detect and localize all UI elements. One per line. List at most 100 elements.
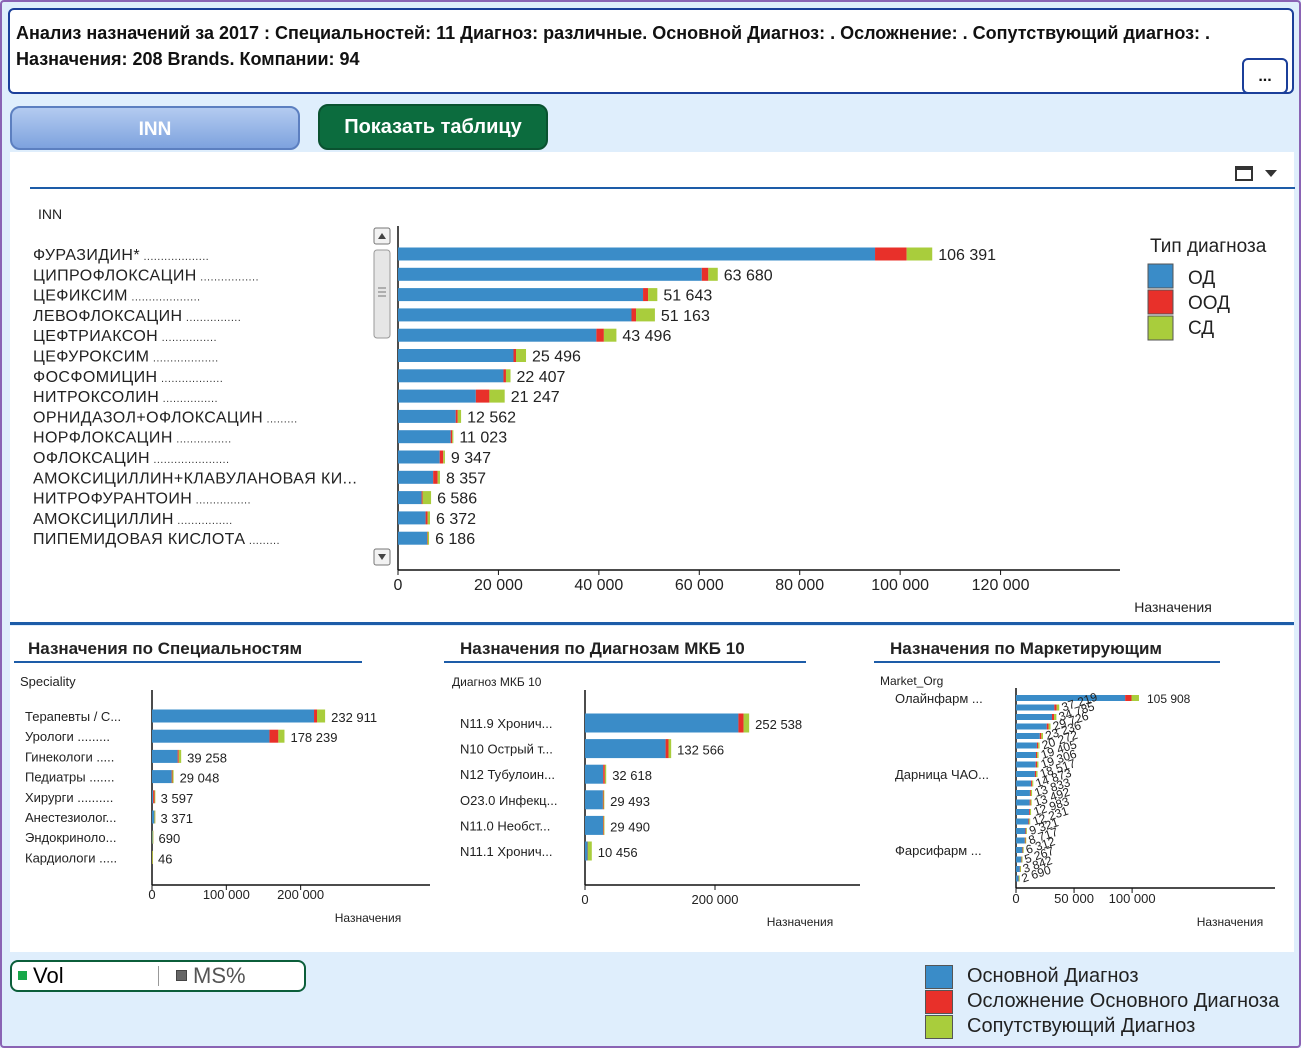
main-bar-ood — [475, 389, 490, 403]
main-category-label: НОРФЛОКСАЦИН ................ — [33, 430, 232, 447]
diagnosis-category-label: N11.9 Хронич... — [460, 716, 553, 731]
market-bar-od — [1016, 723, 1047, 730]
main-category-dots: .................... — [128, 292, 201, 304]
market-bar-od — [1016, 875, 1019, 882]
main-bar-od — [398, 369, 504, 383]
main-category-dots: ................... — [149, 353, 218, 365]
main-category-label: ЦЕФИКСИМ .................... — [33, 288, 201, 305]
diagnosis-value-label: 29 490 — [610, 819, 650, 834]
vol-label: Vol — [33, 963, 64, 988]
main-category-label: АМОКСИЦИЛЛИН ................ — [33, 511, 233, 528]
diagnosis-bar-sd — [668, 739, 672, 759]
market-bar-ood — [1025, 828, 1027, 834]
speciality-value-label: 690 — [159, 831, 181, 846]
main-bar-sd — [906, 247, 933, 261]
diagnosis-bar-od — [585, 713, 739, 733]
main-category-dots: .................. — [158, 373, 224, 385]
market-x-axis-title: Назначения — [1197, 915, 1264, 929]
diagnosis-value-label: 132 566 — [677, 743, 724, 758]
market-bar-ood — [1031, 780, 1033, 787]
market-bar-od — [1016, 856, 1022, 863]
market-bar-od — [1016, 704, 1055, 711]
main-category-label: ОФЛОКСАЦИН ...................... — [33, 450, 229, 467]
main-chart-scrollbar[interactable] — [373, 227, 391, 566]
speciality-bar-ood — [171, 770, 173, 784]
main-x-tick-label: 0 — [394, 577, 403, 594]
bottom-legend-label: Осложнение Основного Диагноза — [967, 990, 1280, 1012]
speciality-y-axis-title: Speciality — [20, 674, 76, 689]
market-bar-ood — [1035, 752, 1038, 758]
main-category-dots: ...................... — [150, 454, 230, 466]
main-bar-sd — [427, 531, 430, 545]
main-bar-od — [398, 288, 644, 302]
scroll-thumb[interactable] — [373, 249, 391, 339]
legend-swatch-sd — [1147, 315, 1174, 341]
speciality-bar-sd — [152, 850, 153, 864]
main-bar-ood — [450, 430, 453, 444]
speciality-category-label: Гинекологи ..... — [25, 749, 114, 764]
main-value-label: 51 643 — [663, 288, 712, 305]
ms-label: MS% — [193, 963, 246, 988]
vol-option[interactable]: Vol — [18, 962, 64, 990]
market-bar-od — [1016, 742, 1037, 749]
speciality-value-label: 29 048 — [180, 771, 220, 786]
vol-ms-toggle[interactable]: Vol MS% — [10, 960, 306, 992]
speciality-bar-sd — [152, 830, 154, 844]
main-value-label: 43 496 — [622, 328, 671, 345]
main-value-label: 21 247 — [511, 389, 560, 406]
bottom-legend-swatch-od — [925, 965, 953, 989]
market-bar-od — [1016, 809, 1030, 815]
diagnosis-category-label: N11.0 Необст... — [460, 818, 550, 833]
speciality-value-label: 46 — [158, 851, 172, 866]
main-y-axis-title: INN — [38, 206, 62, 222]
speciality-bar-ood — [269, 729, 279, 743]
market-bar-od — [1016, 780, 1032, 787]
main-bar-sd — [648, 288, 658, 302]
main-bar-ood — [596, 328, 604, 342]
main-category-label: ОРНИДАЗОЛ+ОФЛОКСАЦИН ......... — [33, 409, 298, 426]
main-bar-od — [398, 491, 422, 505]
legend-label-ood: ООД — [1188, 293, 1230, 314]
diagnosis-value-label: 32 618 — [612, 768, 652, 783]
main-bar-od — [398, 450, 440, 464]
main-legend-title: Тип диагноза — [1150, 236, 1267, 257]
market-bar-ood — [1029, 790, 1031, 796]
speciality-value-label: 3 597 — [161, 791, 194, 806]
ms-option[interactable]: MS% — [176, 962, 246, 990]
main-bar-ood — [875, 247, 907, 261]
main-bar-ood — [513, 349, 517, 362]
main-category-label: ЛЕВОФЛОКСАЦИН ................ — [33, 308, 241, 325]
main-bar-ood — [433, 470, 438, 484]
main-bar-ood — [701, 267, 709, 281]
market-chart: Market_Org 0 50 000 100 000 Назначения 105 90… — [880, 674, 1275, 929]
main-bar-sd — [603, 328, 617, 342]
market-bar-ood — [1035, 761, 1038, 768]
market-bar-od — [1016, 837, 1025, 844]
main-category-label: ФОСФОМИЦИН .................. — [33, 369, 223, 386]
speciality-bar-sd — [317, 709, 326, 723]
market-bar-ood — [1054, 704, 1057, 711]
market-x-tick-label: 50 000 — [1054, 891, 1094, 906]
speciality-bar-od — [152, 709, 315, 723]
vol-indicator-icon — [18, 970, 27, 980]
diagnosis-x-tick-label: 0 — [581, 892, 588, 907]
diagnosis-bar-sd — [587, 841, 592, 861]
speciality-value-label: 3 371 — [161, 811, 194, 826]
market-bar-od — [1016, 866, 1020, 872]
speciality-bar-sd — [278, 729, 285, 743]
main-x-tick-label: 120 000 — [972, 577, 1030, 594]
speciality-bar-ood — [177, 749, 179, 763]
main-category-dots: ................ — [182, 312, 241, 324]
main-bar-od — [398, 430, 451, 444]
main-bar-ood — [631, 308, 637, 322]
main-value-label: 51 163 — [661, 308, 710, 325]
bottom-legend-label: Основной Диагноз — [967, 965, 1139, 987]
diagnosis-value-label: 252 538 — [755, 717, 802, 732]
market-value-label: 105 908 — [1147, 692, 1191, 706]
legend-swatch-od — [1147, 263, 1174, 289]
bottom-legend-swatch-sd — [925, 1015, 953, 1039]
market-bar-od — [1016, 790, 1030, 796]
market-bar-sd — [1030, 790, 1033, 796]
diagnosis-bar-od — [585, 764, 604, 784]
main-value-label: 6 186 — [435, 531, 475, 548]
